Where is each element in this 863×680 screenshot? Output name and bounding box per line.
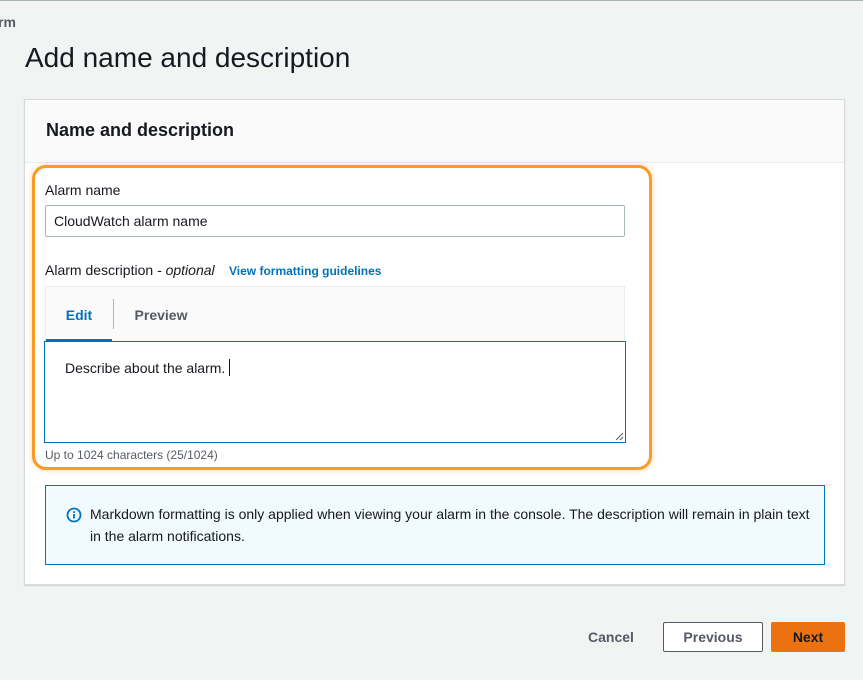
alarm-name-input[interactable] [45, 205, 625, 237]
alarm-name-label: Alarm name [45, 182, 121, 198]
panel-header: Name and description [25, 100, 844, 163]
tab-preview-label: Preview [134, 306, 188, 323]
info-icon [66, 507, 82, 523]
alarm-description-label: Alarm description [45, 262, 154, 278]
formatting-guidelines-link[interactable]: View formatting guidelines [229, 264, 381, 278]
alarm-description-label-group: Alarm description - optional [45, 262, 215, 278]
next-button[interactable]: Next [771, 622, 845, 652]
text-cursor [229, 359, 230, 376]
info-alert: Markdown formatting is only applied when… [45, 485, 825, 565]
page-title: Add name and description [25, 42, 351, 73]
resize-handle-icon[interactable] [614, 431, 624, 441]
info-text: Markdown formatting is only applied when… [90, 506, 810, 544]
top-divider [0, 0, 863, 1]
previous-button[interactable]: Previous [663, 622, 763, 652]
cancel-button[interactable]: Cancel [578, 622, 644, 652]
tab-preview[interactable]: Preview [114, 287, 208, 342]
optional-tag: - optional [157, 262, 215, 278]
panel-title: Name and description [46, 120, 235, 140]
tab-edit-label: Edit [65, 306, 93, 323]
character-count-hint: Up to 1024 characters (25/1024) [45, 448, 218, 462]
breadcrumb-partial[interactable]: rm [0, 14, 16, 30]
alarm-description-textarea[interactable]: Describe about the alarm. [44, 341, 626, 443]
description-tabs: Edit Preview [45, 286, 625, 342]
tab-edit[interactable]: Edit [46, 287, 112, 342]
